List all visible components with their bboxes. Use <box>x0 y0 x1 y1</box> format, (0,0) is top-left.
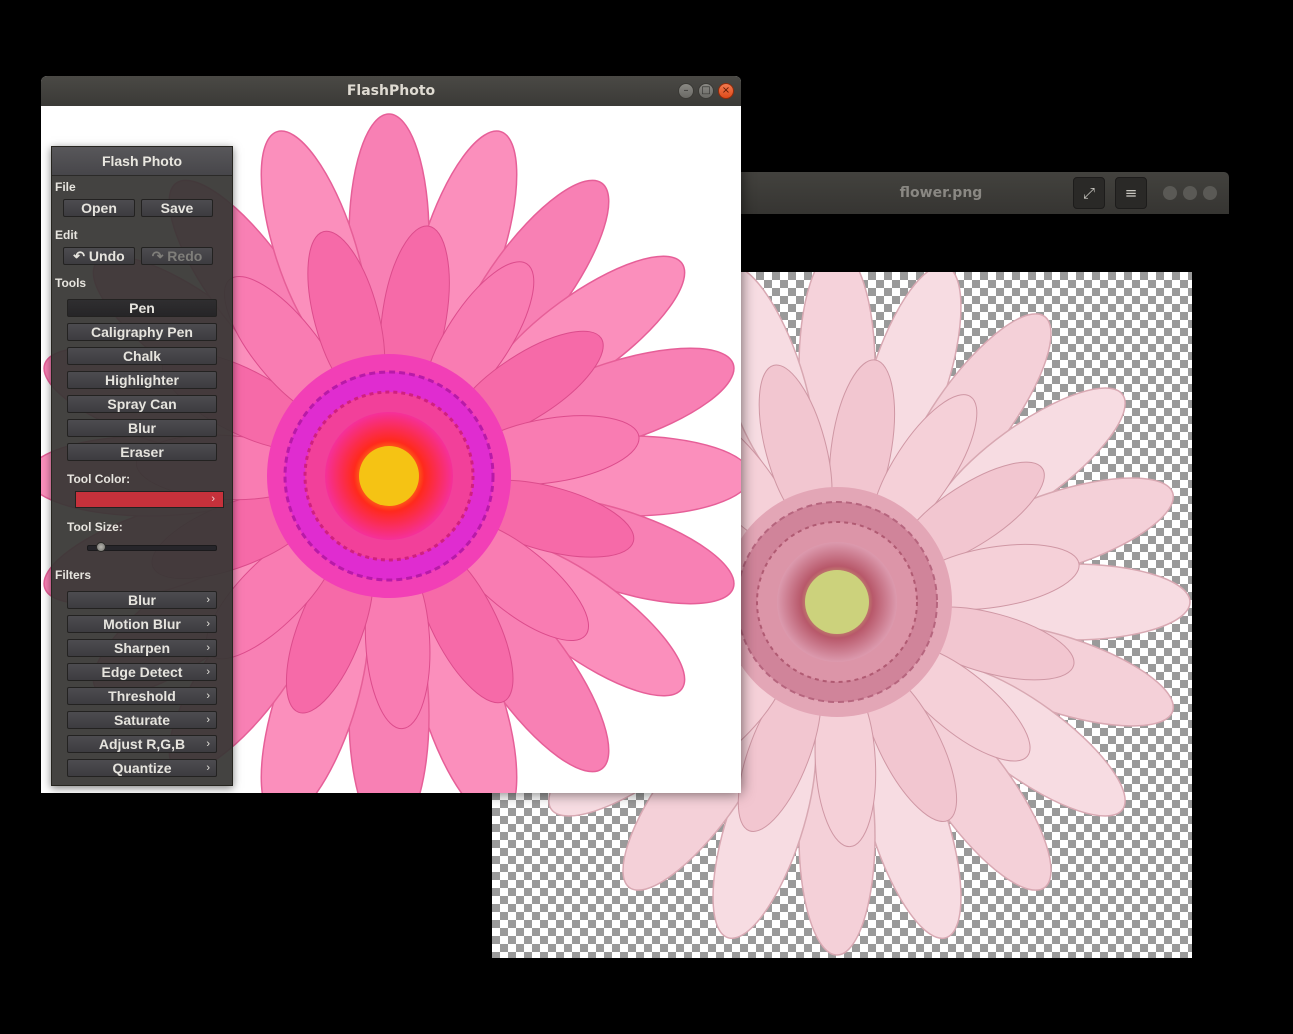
viewer-maximize-button[interactable] <box>1183 186 1197 200</box>
close-button[interactable]: × <box>718 83 734 99</box>
redo-button[interactable]: ↷ Redo <box>141 247 213 265</box>
flashphoto-titlebar[interactable]: FlashPhoto – □ × <box>41 76 741 106</box>
filter-blur-label: Blur <box>128 592 156 608</box>
filter-saturate-label: Saturate <box>113 712 171 728</box>
filter-blur-button[interactable]: Blur › <box>67 591 217 609</box>
chevron-right-icon: › <box>206 594 210 606</box>
chevron-right-icon: › <box>206 642 210 654</box>
tool-color-label: Tool Color: <box>67 472 131 486</box>
filter-motion-blur-label: Motion Blur <box>103 616 181 632</box>
filter-edge-detect-label: Edge Detect <box>101 664 183 680</box>
filter-edge-detect-button[interactable]: Edge Detect › <box>67 663 217 681</box>
close-icon: × <box>721 85 731 96</box>
chevron-right-icon: › <box>206 690 210 702</box>
chevron-right-icon: › <box>206 738 210 750</box>
save-button[interactable]: Save <box>141 199 213 217</box>
filter-adjust-rgb-label: Adjust R,G,B <box>98 736 186 752</box>
hamburger-menu-icon: ≡ <box>1124 184 1138 202</box>
open-button[interactable]: Open <box>63 199 135 217</box>
tool-color-picker[interactable]: › <box>75 491 224 508</box>
undo-button[interactable]: ↶ Undo <box>63 247 135 265</box>
tool-size-label: Tool Size: <box>67 520 123 534</box>
tools-section-label: Tools <box>55 276 87 290</box>
tool-chalk-button[interactable]: Chalk <box>67 347 217 365</box>
chevron-right-icon: › <box>206 714 210 726</box>
tool-highlighter-button[interactable]: Highlighter <box>67 371 217 389</box>
minimize-icon: – <box>683 85 689 96</box>
tool-blur-button[interactable]: Blur <box>67 419 217 437</box>
edit-section-label: Edit <box>55 228 78 242</box>
file-section-label: File <box>55 180 76 194</box>
tool-caligraphy-pen-button[interactable]: Caligraphy Pen <box>67 323 217 341</box>
window-title: FlashPhoto <box>346 83 436 99</box>
tool-spray-can-button[interactable]: Spray Can <box>67 395 217 413</box>
filter-motion-blur-button[interactable]: Motion Blur › <box>67 615 217 633</box>
flashphoto-window: FlashPhoto – □ × Flash Photo File Open S… <box>41 76 741 793</box>
fullscreen-button[interactable]: ⤢ <box>1073 177 1105 209</box>
menu-button[interactable]: ≡ <box>1115 177 1147 209</box>
tool-panel: Flash Photo File Open Save Edit ↶ Undo ↷… <box>51 146 233 786</box>
viewer-close-button[interactable] <box>1203 186 1217 200</box>
chevron-right-icon: › <box>206 762 210 774</box>
minimize-button[interactable]: – <box>678 83 694 99</box>
chevron-right-icon: › <box>206 618 210 630</box>
maximize-button[interactable]: □ <box>698 83 714 99</box>
drawing-canvas[interactable]: Flash Photo File Open Save Edit ↶ Undo ↷… <box>41 106 741 793</box>
filter-threshold-button[interactable]: Threshold › <box>67 687 217 705</box>
chevron-right-icon: › <box>206 666 210 678</box>
filter-quantize-label: Quantize <box>112 760 172 776</box>
tool-size-slider-track[interactable] <box>87 545 217 551</box>
viewer-titlebar[interactable]: flower.png ⤢ ≡ <box>741 172 1229 214</box>
tool-pen-button[interactable]: Pen <box>67 299 217 317</box>
filter-quantize-button[interactable]: Quantize › <box>67 759 217 777</box>
filter-sharpen-label: Sharpen <box>113 640 170 656</box>
filter-adjust-rgb-button[interactable]: Adjust R,G,B › <box>67 735 217 753</box>
tool-eraser-button[interactable]: Eraser <box>67 443 217 461</box>
filters-section-label: Filters <box>55 568 92 582</box>
filter-saturate-button[interactable]: Saturate › <box>67 711 217 729</box>
filter-threshold-label: Threshold <box>108 688 176 704</box>
fullscreen-icon: ⤢ <box>1082 184 1095 202</box>
chevron-right-icon: › <box>211 493 215 505</box>
viewer-minimize-button[interactable] <box>1163 186 1177 200</box>
viewer-title: flower.png <box>899 185 983 201</box>
filter-sharpen-button[interactable]: Sharpen › <box>67 639 217 657</box>
maximize-icon: □ <box>701 85 711 96</box>
panel-header: Flash Photo <box>52 147 232 176</box>
